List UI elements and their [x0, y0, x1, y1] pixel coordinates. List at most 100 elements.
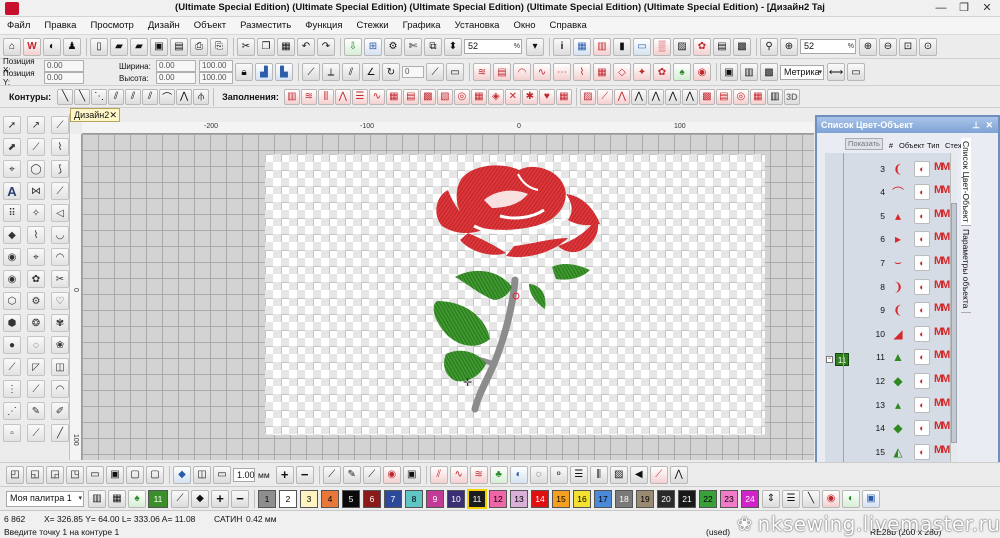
- wave-tool-icon[interactable]: ⌇: [27, 226, 45, 244]
- object-row[interactable]: 15 ◭ ◐ MM: [827, 440, 967, 463]
- fill-wave-icon[interactable]: ≋: [300, 88, 317, 105]
- design-canvas[interactable]: ✛: [82, 134, 814, 460]
- wave-fill-icon[interactable]: ∿: [533, 63, 551, 81]
- thread-chart-icon[interactable]: ◐: [842, 489, 860, 508]
- width-field[interactable]: 0.00: [156, 60, 196, 72]
- color-swatch[interactable]: 11: [467, 488, 487, 509]
- artwork-icon[interactable]: ✿: [693, 37, 711, 56]
- object-select-4-icon[interactable]: ◳: [66, 465, 84, 484]
- reshape-node-icon[interactable]: ↗: [27, 116, 45, 134]
- print-preview-icon[interactable]: ⎘: [210, 37, 228, 56]
- background-icon[interactable]: ▤: [713, 37, 731, 56]
- menu-stitches[interactable]: Стежки: [350, 17, 396, 35]
- stitch-player-icon[interactable]: ⇩: [344, 37, 362, 56]
- color-swatch[interactable]: 19: [636, 489, 654, 508]
- group-icon[interactable]: ▙: [275, 63, 293, 81]
- color-swatch[interactable]: 5: [342, 489, 360, 508]
- fill-pattern-icon[interactable]: ▩: [419, 88, 436, 105]
- eyedropper-icon[interactable]: ⟋: [171, 489, 189, 508]
- close-button[interactable]: ✕: [976, 1, 998, 15]
- pen-icon[interactable]: ✐: [51, 402, 69, 420]
- color-swatch[interactable]: 4: [321, 489, 339, 508]
- line-width-icon[interactable]: ▭: [213, 465, 231, 484]
- graph-icon[interactable]: ▨: [609, 465, 628, 484]
- contour-backstitch-icon[interactable]: ⋱: [91, 88, 108, 105]
- object-select-8-icon[interactable]: ▢: [146, 465, 164, 484]
- pin-icon[interactable]: ⌖: [27, 248, 45, 266]
- wreath-icon[interactable]: ❂: [27, 314, 45, 332]
- stitch-edit-2-icon[interactable]: ∿: [449, 465, 468, 484]
- object-select-7-icon[interactable]: ▢: [126, 465, 144, 484]
- stitch-edit-6-icon[interactable]: ◌: [529, 465, 548, 484]
- object-row[interactable]: 5 ▴ ◐ MM: [827, 204, 967, 227]
- zoom-arrow-icon[interactable]: ▾: [526, 37, 544, 56]
- units-select[interactable]: Метрика ▾: [780, 64, 824, 80]
- sequin-icon[interactable]: ✦: [633, 63, 651, 81]
- balloon-icon[interactable]: ◐: [43, 37, 61, 56]
- effect-10-icon[interactable]: ◎: [732, 88, 749, 105]
- menu-edit[interactable]: Правка: [37, 17, 83, 35]
- color-swatch[interactable]: 7: [384, 489, 402, 508]
- color-grid-icon[interactable]: ▦: [108, 489, 126, 508]
- scissors-tool-icon[interactable]: ✄: [404, 37, 422, 56]
- diamond-icon[interactable]: ◆: [3, 226, 21, 244]
- rose-design[interactable]: ✛: [82, 134, 814, 460]
- effect-8-icon[interactable]: ▩: [698, 88, 715, 105]
- crosshatch-icon[interactable]: ▦: [593, 63, 611, 81]
- design-info-icon[interactable]: ⊞: [364, 37, 382, 56]
- effect-11-icon[interactable]: ▦: [749, 88, 766, 105]
- minus-icon[interactable]: −: [295, 465, 314, 484]
- menu-help[interactable]: Справка: [543, 17, 594, 35]
- arrow-left-icon[interactable]: ◀: [629, 465, 648, 484]
- pin-panel-icon[interactable]: ⊥: [972, 117, 980, 133]
- color-dialog-icon[interactable]: ▣: [862, 489, 880, 508]
- pencil-icon[interactable]: ✎: [27, 402, 45, 420]
- pos-x-field[interactable]: 0.00: [44, 60, 84, 72]
- distribute-icon[interactable]: ⫼: [589, 465, 608, 484]
- fill-star-icon[interactable]: ✱: [521, 88, 538, 105]
- skew-icon[interactable]: ⫽: [342, 63, 360, 81]
- tab-object-properties[interactable]: Параметры объекта: [961, 226, 971, 313]
- rotate-90-icon[interactable]: ∠: [362, 63, 380, 81]
- realistic-view-icon[interactable]: ▩: [733, 37, 751, 56]
- view-3d-icon[interactable]: 3D: [783, 88, 800, 105]
- ring-icon[interactable]: ◌: [27, 336, 45, 354]
- color-swatch[interactable]: 6: [363, 489, 381, 508]
- save-as-icon[interactable]: ▤: [170, 37, 188, 56]
- fill-mesh-icon[interactable]: ▦: [385, 88, 402, 105]
- minimize-button[interactable]: —: [930, 1, 952, 15]
- fill-step-icon[interactable]: ▤: [402, 88, 419, 105]
- dot-grid-icon[interactable]: ⋰: [3, 402, 21, 420]
- contour-e-stitch-icon[interactable]: ⫛: [193, 88, 210, 105]
- shirt-fill-icon[interactable]: ♠: [673, 63, 691, 81]
- color-swatch[interactable]: 17: [594, 489, 612, 508]
- knot-icon[interactable]: ✾: [51, 314, 69, 332]
- spacer-icon[interactable]: ╱: [51, 424, 69, 442]
- effect-4-icon[interactable]: ⋀: [630, 88, 647, 105]
- color-swatch[interactable]: 18: [615, 489, 633, 508]
- octagon-icon[interactable]: ⬢: [3, 314, 21, 332]
- color-swatch[interactable]: 15: [552, 489, 570, 508]
- tshirt-icon[interactable]: ♟: [63, 37, 81, 56]
- object-select-1-icon[interactable]: ◰: [6, 465, 24, 484]
- contour-satin-icon[interactable]: ⫽: [142, 88, 159, 105]
- object-row[interactable]: 6 ▸ ◐ MM: [827, 228, 967, 251]
- fill-bucket-icon[interactable]: ◆: [191, 489, 209, 508]
- applique-icon[interactable]: ▩: [760, 63, 778, 81]
- redo-icon[interactable]: ↷: [317, 37, 335, 56]
- fill-column-icon[interactable]: ⫼: [317, 88, 334, 105]
- undo-icon[interactable]: ↶: [297, 37, 315, 56]
- close-panel-icon[interactable]: ✕: [985, 117, 993, 133]
- fill-diamond-icon[interactable]: ◈: [487, 88, 504, 105]
- stitch-edit-1-icon[interactable]: ⫽: [429, 465, 448, 484]
- select-arrow-icon[interactable]: ➚: [3, 116, 21, 134]
- no-color-icon[interactable]: ╲: [802, 489, 820, 508]
- wilcom-logo-icon[interactable]: W: [23, 37, 41, 56]
- lettering-icon[interactable]: A: [3, 182, 21, 200]
- menu-window[interactable]: Окно: [506, 17, 542, 35]
- object-row[interactable]: 12 ◆ ◐ MM: [827, 369, 967, 392]
- target-icon[interactable]: ◉: [3, 270, 21, 288]
- effect-2-icon[interactable]: ⟋: [596, 88, 613, 105]
- show-outline-icon[interactable]: ▨: [673, 37, 691, 56]
- color-swatch[interactable]: 24: [741, 489, 759, 508]
